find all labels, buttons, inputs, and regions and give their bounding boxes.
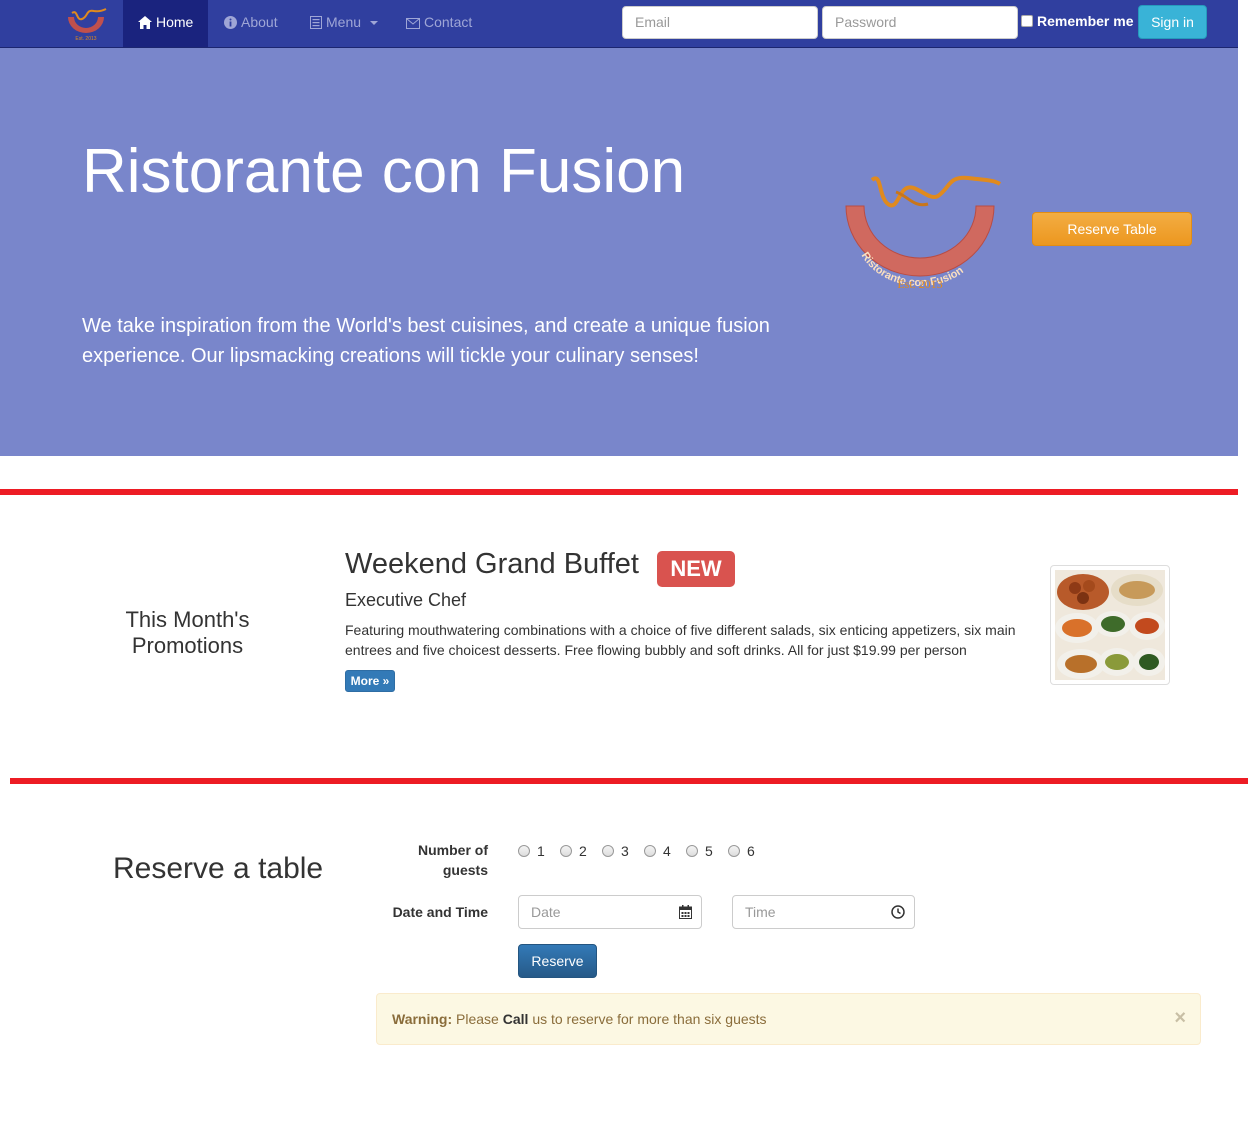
nav-contact[interactable]: Contact [406,0,472,47]
nav-about-label: About [241,14,278,30]
datetime-label: Date and Time [392,904,488,920]
warning-alert: Warning: Please Call us to reserve for m… [376,993,1201,1045]
caret-down-icon [369,21,378,25]
warning-text: us to reserve for more than six guests [532,1011,767,1027]
calendar-icon [679,905,692,919]
list-icon [310,16,322,29]
time-placeholder: Time [745,904,776,920]
nav-home[interactable]: Home [123,0,209,47]
password-input[interactable]: Password [822,6,1018,39]
nav-contact-label: Contact [424,14,473,30]
guest-option-2[interactable]: 2 [560,843,587,859]
guests-label: Number of guests [418,842,488,878]
reserve-table-button[interactable]: Reserve Table [1032,212,1192,246]
warning-prefix: Warning: [392,1011,453,1027]
info-icon [224,16,237,29]
restaurant-description: We take inspiration from the World's bes… [82,315,770,367]
home-icon [138,16,152,29]
svg-text:Est. 2013: Est. 2013 [75,36,96,42]
promotion-subtitle: Executive Chef [345,590,467,610]
email-input[interactable]: Email [622,6,818,39]
date-input[interactable]: Date [518,895,702,929]
more-button[interactable]: More » [345,670,395,692]
remember-me-checkbox[interactable] [1021,15,1033,27]
envelope-icon [406,18,420,29]
guest-option-label: 3 [621,843,629,859]
radio-icon[interactable] [644,845,656,857]
guest-option-5[interactable]: 5 [686,843,713,859]
guest-option-label: 1 [537,843,545,859]
promotion-title: Weekend Grand Buffet [345,548,639,580]
radio-icon[interactable] [728,845,740,857]
svg-text:Est. 2013: Est. 2013 [897,277,942,291]
guest-option-label: 5 [705,843,713,859]
remember-me-label: Remember me [1037,13,1134,29]
radio-icon[interactable] [686,845,698,857]
jumbotron: Ristorante con Fusion We take inspiratio… [0,48,1238,456]
guest-option-1[interactable]: 1 [518,843,545,859]
radio-icon[interactable] [602,845,614,857]
clock-icon [891,905,905,919]
new-badge: NEW [657,551,735,587]
time-input[interactable]: Time [732,895,915,929]
brand-logo[interactable]: Est. 2013 [64,7,108,43]
warning-call: Call [502,1011,529,1027]
buffet-image[interactable] [1050,565,1170,685]
guest-option-4[interactable]: 4 [644,843,671,859]
nav-home-label: Home [156,14,194,30]
restaurant-logo: Ristorante con Fusion Est. 2013 [845,175,1002,291]
remember-me[interactable]: Remember me [1021,13,1134,29]
close-icon[interactable]: × [1174,994,1186,1042]
guest-option-label: 4 [663,843,671,859]
guest-option-label: 6 [747,843,755,859]
guest-option-3[interactable]: 3 [602,843,629,859]
promotions-label: This Month's Promotions [125,607,250,658]
buffet-food-image [1055,570,1165,680]
guest-option-label: 2 [579,843,587,859]
promotion-description: Featuring mouthwatering combinations wit… [345,622,1016,658]
signin-button[interactable]: Sign in [1138,5,1207,39]
warning-please: Please [456,1011,499,1027]
guest-option-6[interactable]: 6 [728,843,755,859]
nav-menu[interactable]: Menu [310,0,383,47]
date-placeholder: Date [531,904,561,920]
nav-about[interactable]: About [224,0,278,47]
divider-bottom [10,778,1248,784]
restaurant-title: Ristorante con Fusion [82,137,686,206]
nav-menu-label: Menu [326,14,362,30]
radio-icon[interactable] [518,845,530,857]
navbar: Est. 2013 Home About Menu Contact Email … [0,0,1238,48]
reserve-heading: Reserve a table [113,852,324,885]
reserve-button[interactable]: Reserve [518,944,597,978]
divider-top [0,489,1238,495]
radio-icon[interactable] [560,845,572,857]
